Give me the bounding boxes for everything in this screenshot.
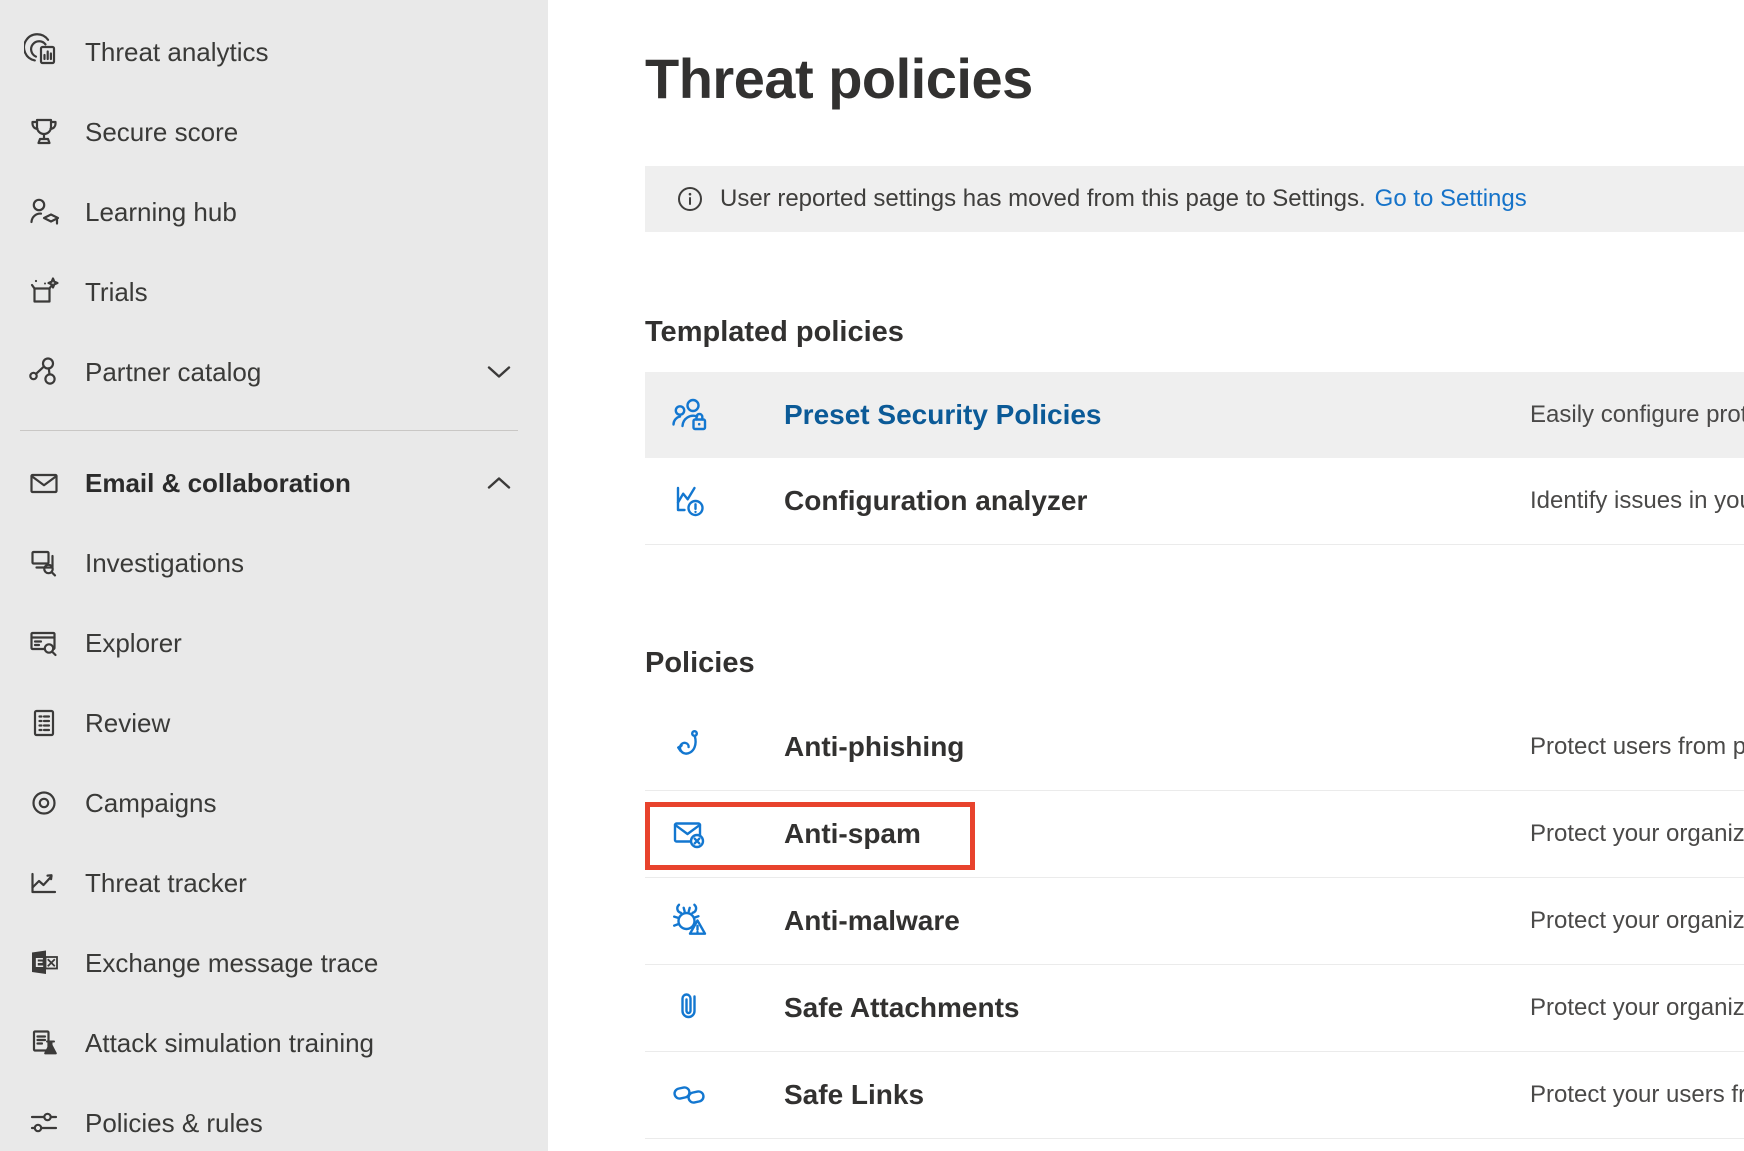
main-content: Threat policies User reported settings h…	[548, 0, 1744, 1151]
row-description: Protect your organiz	[1530, 820, 1744, 848]
row-safe-links[interactable]: Safe Links Protect your users fr	[645, 1052, 1744, 1139]
investigations-icon	[24, 543, 64, 583]
sidebar-item-learning-hub[interactable]: Learning hub	[0, 172, 548, 252]
section-heading-policies: Policies	[645, 646, 1744, 680]
section-heading-templated-policies: Templated policies	[645, 315, 1744, 349]
partner-catalog-icon	[24, 352, 64, 392]
row-configuration-analyzer[interactable]: Configuration analyzer Identify issues i…	[645, 458, 1744, 545]
sidebar-item-partner-catalog[interactable]: Partner catalog	[0, 332, 548, 412]
review-icon	[24, 703, 64, 743]
sidebar-item-label: Trials	[85, 277, 148, 308]
go-to-settings-link[interactable]: Go to Settings	[1375, 185, 1527, 213]
sidebar-item-investigations[interactable]: Investigations	[0, 523, 548, 603]
sidebar-item-campaigns[interactable]: Campaigns	[0, 763, 548, 843]
row-label[interactable]: Anti-phishing	[784, 731, 964, 763]
svg-text:E: E	[35, 955, 44, 970]
row-label[interactable]: Anti-malware	[784, 905, 960, 937]
sidebar-divider	[20, 430, 518, 431]
chevron-up-icon[interactable]	[486, 475, 512, 491]
sidebar-item-label: Review	[85, 708, 170, 739]
threat-analytics-icon	[24, 32, 64, 72]
sidebar-item-label: Attack simulation training	[85, 1028, 374, 1059]
sidebar-item-label: Learning hub	[85, 197, 237, 228]
sidebar-item-label: Secure score	[85, 117, 238, 148]
row-label[interactable]: Configuration analyzer	[784, 485, 1087, 517]
sidebar-item-label: Partner catalog	[85, 357, 261, 388]
sidebar-item-label: Campaigns	[85, 788, 217, 819]
preset-security-policies-icon	[668, 393, 712, 437]
safe-attachments-icon	[668, 986, 712, 1030]
threat-tracker-icon	[24, 863, 64, 903]
sidebar-item-threat-tracker[interactable]: Threat tracker	[0, 843, 548, 923]
safe-links-icon	[668, 1073, 712, 1117]
attack-simulation-training-icon	[24, 1023, 64, 1063]
anti-malware-icon	[668, 899, 712, 943]
sidebar-item-email-collaboration[interactable]: Email & collaboration	[0, 443, 548, 523]
trials-icon	[24, 272, 64, 312]
templated-policies-list: Preset Security Policies Easily configur…	[645, 372, 1744, 545]
exchange-message-trace-icon: E	[24, 943, 64, 983]
row-safe-attachments[interactable]: Safe Attachments Protect your organiz	[645, 965, 1744, 1052]
sidebar-item-attack-simulation-training[interactable]: Attack simulation training	[0, 1003, 548, 1083]
sidebar-item-exchange-message-trace[interactable]: E Exchange message trace	[0, 923, 548, 1003]
sidebar-item-label: Email & collaboration	[85, 468, 351, 499]
sidebar-item-label: Explorer	[85, 628, 182, 659]
policies-list: Anti-phishing Protect users from p Anti-…	[645, 704, 1744, 1139]
secure-score-icon	[24, 112, 64, 152]
sidebar-item-secure-score[interactable]: Secure score	[0, 92, 548, 172]
sidebar-item-label: Exchange message trace	[85, 948, 378, 979]
campaigns-icon	[24, 783, 64, 823]
anti-spam-icon	[668, 812, 712, 856]
row-label[interactable]: Preset Security Policies	[784, 399, 1102, 431]
row-description: Identify issues in you	[1530, 487, 1744, 515]
chevron-down-icon[interactable]	[486, 364, 512, 380]
row-description: Protect your organiz	[1530, 907, 1744, 935]
row-label[interactable]: Anti-spam	[784, 818, 921, 850]
sidebar-item-trials[interactable]: Trials	[0, 252, 548, 332]
sidebar-item-label: Policies & rules	[85, 1108, 263, 1139]
info-icon	[677, 186, 703, 212]
row-description: Protect your organiz	[1530, 994, 1744, 1022]
sidebar-item-policies-rules[interactable]: Policies & rules	[0, 1083, 548, 1151]
banner-text: User reported settings has moved from th…	[720, 185, 1366, 213]
configuration-analyzer-icon	[668, 479, 712, 523]
sidebar-item-threat-analytics[interactable]: Threat analytics	[0, 12, 548, 92]
row-anti-spam[interactable]: Anti-spam Protect your organiz	[645, 791, 1744, 878]
policies-rules-icon	[24, 1103, 64, 1143]
row-description: Easily configure prot	[1530, 401, 1744, 429]
anti-phishing-icon	[668, 725, 712, 769]
row-preset-security-policies[interactable]: Preset Security Policies Easily configur…	[645, 372, 1744, 458]
row-anti-phishing[interactable]: Anti-phishing Protect users from p	[645, 704, 1744, 791]
app-window: Threat analytics Secure score	[0, 0, 1744, 1151]
row-description: Protect users from p	[1530, 733, 1744, 761]
sidebar-item-explorer[interactable]: Explorer	[0, 603, 548, 683]
row-label[interactable]: Safe Links	[784, 1079, 924, 1111]
sidebar-item-review[interactable]: Review	[0, 683, 548, 763]
sidebar-item-label: Threat tracker	[85, 868, 247, 899]
info-banner: User reported settings has moved from th…	[645, 166, 1744, 232]
sidebar: Threat analytics Secure score	[0, 0, 548, 1151]
row-anti-malware[interactable]: Anti-malware Protect your organiz	[645, 878, 1744, 965]
email-collaboration-icon	[24, 463, 64, 503]
page-title: Threat policies	[645, 42, 1744, 116]
sidebar-item-label: Threat analytics	[85, 37, 269, 68]
learning-hub-icon	[24, 192, 64, 232]
sidebar-item-label: Investigations	[85, 548, 244, 579]
explorer-icon	[24, 623, 64, 663]
row-description: Protect your users fr	[1530, 1081, 1744, 1109]
row-label[interactable]: Safe Attachments	[784, 992, 1019, 1024]
